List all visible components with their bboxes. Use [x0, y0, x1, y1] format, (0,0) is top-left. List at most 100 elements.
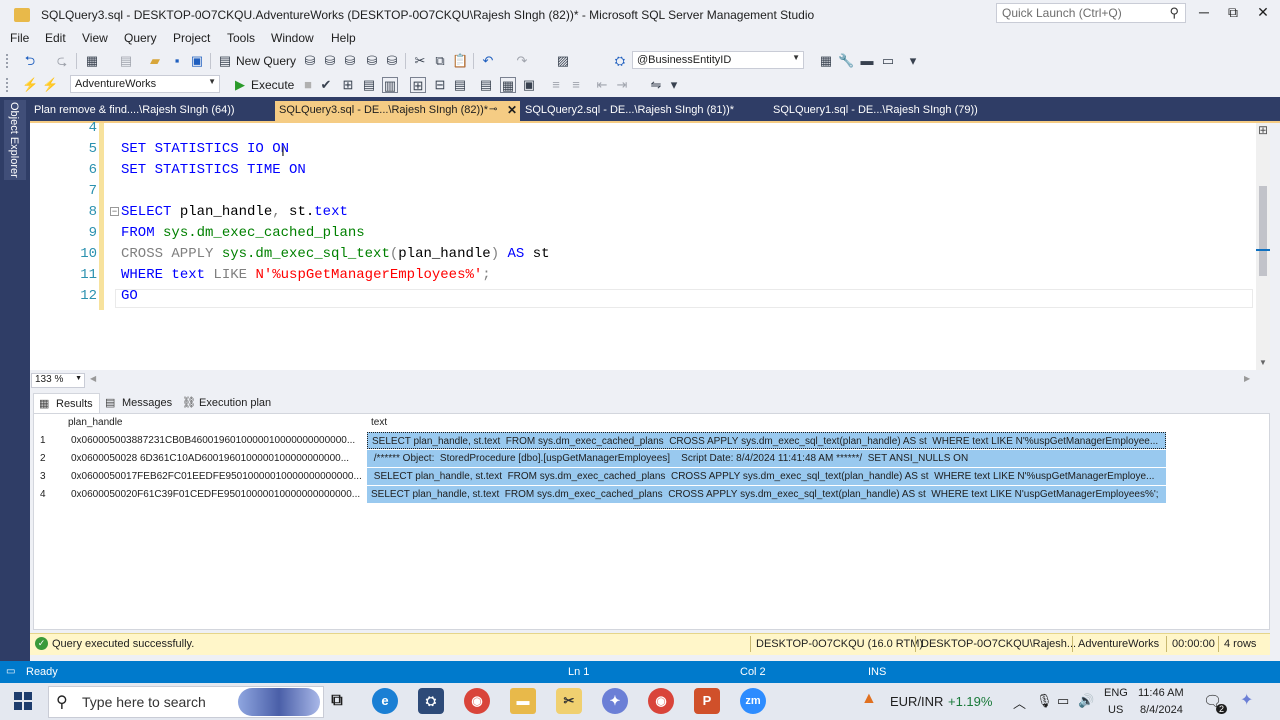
decrease-indent-icon[interactable]: ⇤ [594, 77, 610, 93]
table-row[interactable]: 1 0x060005003887231CB0B46001960100000100… [34, 432, 1169, 449]
clock-date[interactable]: 8/4/2024 [1140, 704, 1183, 716]
cell-plan-handle[interactable]: 0x0600050028 6D361C10AD60019601000001000… [71, 453, 363, 464]
scroll-right-arrow-icon[interactable]: ▶ [1244, 374, 1250, 383]
results-to-text-icon[interactable]: ▤ [478, 77, 494, 93]
increase-indent-icon[interactable]: ⇥ [614, 77, 630, 93]
scroll-left-arrow-icon[interactable]: ◀ [90, 374, 96, 383]
currency-pair[interactable]: EUR/INR [890, 694, 943, 709]
query-options-icon[interactable]: ▤ [361, 77, 377, 93]
currency-change[interactable]: +1.19% [948, 694, 992, 709]
column-header-plan-handle[interactable]: plan_handle [68, 417, 123, 428]
close-icon[interactable]: ✕ [507, 103, 517, 117]
toolbar-grip[interactable] [6, 54, 9, 68]
table-row[interactable]: 3 0x0600050017FEB62FC01EEDFE950100000100… [34, 468, 1169, 485]
split-window-icon[interactable]: ⊞ [1258, 123, 1268, 137]
tab-sqlquery2[interactable]: SQLQuery2.sql - DE...\Rajesh SIngh (81))… [521, 101, 738, 121]
database-select[interactable]: AdventureWorks ▼ [70, 75, 220, 93]
windows-start-icon[interactable] [14, 692, 32, 710]
snipping-tool-icon[interactable]: ✂ [556, 688, 582, 714]
find-icon[interactable]: ⛭ [612, 53, 628, 69]
edge-icon[interactable]: e [372, 688, 398, 714]
table-row[interactable]: 2 0x0600050028 6D361C10AD600196010000010… [34, 450, 1169, 467]
network-icon[interactable]: ▭ [1057, 693, 1069, 709]
menu-tools[interactable]: Tools [227, 31, 255, 45]
forward-icon[interactable]: ⮎ [54, 53, 70, 69]
live-query-statistics-icon[interactable]: ⊟ [432, 77, 448, 93]
find-combo[interactable]: @BusinessEntityID ▼ [632, 51, 804, 69]
activity-monitor-icon[interactable]: ▨ [555, 53, 571, 69]
copilot-icon[interactable]: ✦ [602, 688, 628, 714]
tab-results[interactable]: ▦ Results [33, 393, 100, 413]
column-header-text[interactable]: text [371, 417, 387, 428]
analysis-services-mdx-icon[interactable]: ⛁ [322, 53, 338, 69]
cell-text[interactable]: SELECT plan_handle, st.text FROM sys.dm_… [367, 486, 1166, 503]
task-view-icon[interactable]: ⧉ [324, 688, 350, 714]
new-query-button[interactable]: New Query [236, 54, 296, 68]
minimize-button[interactable]: ─ [1189, 4, 1219, 24]
properties-icon[interactable]: 🔧 [838, 53, 854, 69]
change-connection-icon[interactable]: ⚡ [42, 77, 58, 93]
copy-icon[interactable]: ⧉ [432, 53, 448, 69]
tab-plan-remove[interactable]: Plan remove & find....\Rajesh SIngh (64)… [30, 101, 239, 121]
specify-template-values-icon[interactable]: ⇋ [648, 77, 664, 93]
save-icon[interactable]: ▪ [169, 53, 185, 69]
cell-plan-handle[interactable]: 0x0600050020F61C39F01CEDFE95010000010000… [71, 489, 363, 500]
back-icon[interactable]: ⮌ [22, 53, 38, 69]
menu-file[interactable]: File [10, 31, 29, 45]
cell-text[interactable]: SELECT plan_handle, st.text FROM sys.dm_… [367, 468, 1166, 485]
intellisense-icon[interactable]: ▥ [382, 77, 398, 93]
client-statistics-icon[interactable]: ▤ [452, 77, 468, 93]
menu-project[interactable]: Project [173, 31, 210, 45]
show-hidden-icons-icon[interactable]: ︿ [1013, 693, 1026, 712]
scroll-down-arrow-icon[interactable]: ▼ [1259, 358, 1267, 367]
cell-plan-handle[interactable]: 0x060005003887231CB0B4600196010000010000… [71, 435, 363, 446]
results-to-grid-icon[interactable]: ▦ [500, 77, 516, 93]
connect-icon[interactable]: ⚡ [22, 77, 38, 93]
menu-view[interactable]: View [82, 31, 108, 45]
new-project-icon[interactable]: ▦ [84, 53, 100, 69]
paste-icon[interactable]: 📋 [452, 53, 468, 69]
menu-edit[interactable]: Edit [45, 31, 66, 45]
ssms-taskbar-icon[interactable]: ⛭ [418, 688, 444, 714]
toolbar-options-icon[interactable]: ▾ [666, 77, 682, 93]
powerpoint-icon[interactable]: P [694, 688, 720, 714]
editor-scroll-thumb[interactable] [1259, 186, 1267, 276]
analysis-services-dmx-icon[interactable]: ⛁ [342, 53, 358, 69]
undo-icon[interactable]: ↶ [480, 53, 496, 69]
copilot-tray-icon[interactable]: ✦ [1240, 690, 1253, 710]
add-item-icon[interactable]: ▤ [118, 53, 134, 69]
chrome-profile-icon[interactable]: ◉ [648, 688, 674, 714]
quick-launch-input[interactable]: Quick Launch (Ctrl+Q) ⚲ [996, 3, 1186, 23]
close-button[interactable]: ✕ [1248, 4, 1278, 24]
analysis-services-xmla-icon[interactable]: ⛁ [364, 53, 380, 69]
template-explorer-icon[interactable]: ▭ [880, 53, 896, 69]
pin-icon[interactable]: ⊸ [489, 104, 497, 115]
cell-text[interactable]: /****** Object: StoredProcedure [dbo].[u… [367, 450, 1166, 467]
cut-icon[interactable]: ✂ [412, 53, 428, 69]
solution-explorer-icon[interactable]: ▦ [818, 53, 834, 69]
market-chart-icon[interactable]: ▲ [861, 690, 877, 708]
include-actual-plan-icon[interactable]: ⊞ [410, 77, 426, 93]
comment-icon[interactable]: ≡ [548, 77, 564, 93]
toolbar-options-icon[interactable]: ▾ [905, 53, 921, 69]
new-query-icon[interactable]: ▤ [217, 53, 233, 69]
file-explorer-icon[interactable]: ▬ [510, 688, 536, 714]
uncomment-icon[interactable]: ≡ [568, 77, 584, 93]
table-row[interactable]: 4 0x0600050020F61C39F01CEDFE950100000100… [34, 486, 1169, 503]
menu-window[interactable]: Window [271, 31, 314, 45]
zoom-select[interactable]: 133 % ▼ [31, 373, 85, 388]
toolbox-icon[interactable]: ▬ [859, 53, 875, 69]
menu-help[interactable]: Help [331, 31, 356, 45]
microphone-icon[interactable]: 🎙 [1036, 693, 1053, 709]
zoom-app-icon[interactable]: zm [740, 688, 766, 714]
cell-text[interactable]: SELECT plan_handle, st.text FROM sys.dm_… [367, 432, 1166, 449]
cancel-query-icon[interactable]: ■ [300, 77, 316, 93]
results-to-file-icon[interactable]: ▣ [521, 77, 537, 93]
tab-execution-plan[interactable]: ⛓ Execution plan [177, 393, 277, 413]
cell-plan-handle[interactable]: 0x0600050017FEB62FC01EEDFE95010000010000… [71, 471, 363, 482]
save-all-icon[interactable]: ▣ [189, 53, 205, 69]
tab-messages[interactable]: ▤ Messages [100, 393, 178, 413]
open-file-icon[interactable]: ▰ [147, 53, 163, 69]
chrome-icon[interactable]: ◉ [464, 688, 490, 714]
menu-query[interactable]: Query [124, 31, 157, 45]
